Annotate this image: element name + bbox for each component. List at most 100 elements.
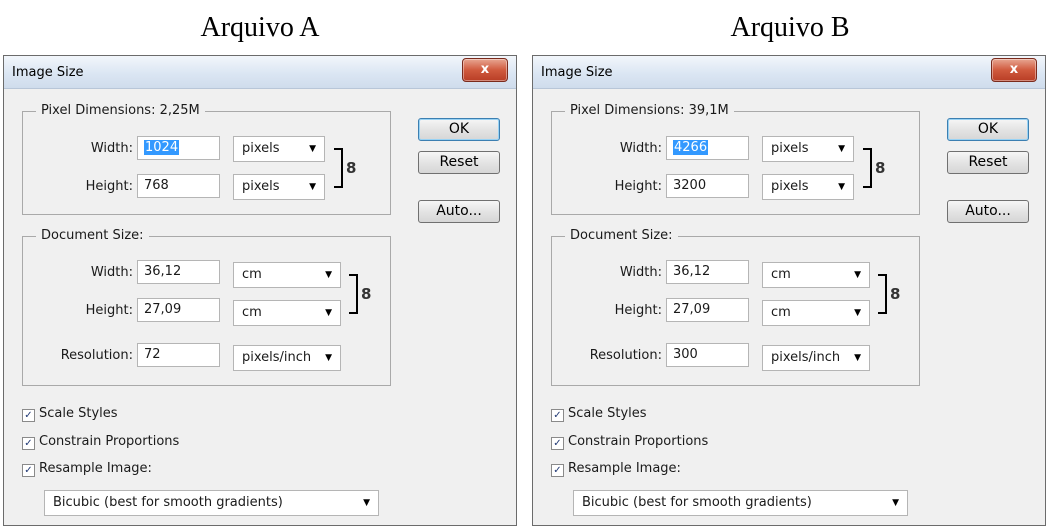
ok-button[interactable]: OK <box>947 118 1029 141</box>
pixel-height-unit-value: pixels <box>771 179 809 194</box>
resolution-unit-select[interactable]: pixels/inch ▼ <box>233 345 341 371</box>
document-height-label: Height: <box>85 303 133 318</box>
chevron-down-icon: ▼ <box>838 182 845 192</box>
dialog-client: Pixel Dimensions: 39,1M Width: 4266 pixe… <box>540 89 1038 525</box>
resolution-input[interactable]: 72 <box>137 343 220 367</box>
resample-method-value: Bicubic (best for smooth gradients) <box>53 495 283 510</box>
document-width-unit-value: cm <box>242 267 262 282</box>
document-width-unit-select[interactable]: cm ▼ <box>233 262 341 288</box>
resolution-value: 300 <box>673 347 698 362</box>
constrain-bracket <box>334 148 343 188</box>
close-icon[interactable]: x <box>462 58 508 82</box>
pixel-width-value: 1024 <box>144 140 180 155</box>
document-size-label: Document Size: <box>36 228 149 244</box>
document-width-unit-select[interactable]: cm ▼ <box>762 262 870 288</box>
checkmark-icon: ✓ <box>551 437 564 450</box>
link-icon: 8 <box>346 159 357 177</box>
document-height-unit-select[interactable]: cm ▼ <box>233 300 341 326</box>
resample-image-label: Resample Image: <box>39 461 152 476</box>
checkmark-icon: ✓ <box>551 464 564 477</box>
document-height-input[interactable]: 27,09 <box>666 298 749 322</box>
dialog-title: Image Size <box>541 65 613 80</box>
pixel-height-unit-select[interactable]: pixels ▼ <box>762 174 854 200</box>
chevron-down-icon: ▼ <box>854 353 861 363</box>
checkmark-icon: ✓ <box>551 409 564 422</box>
link-icon: 8 <box>890 285 901 303</box>
dialog-titlebar: Image Size x <box>533 56 1045 89</box>
close-icon[interactable]: x <box>991 58 1037 82</box>
resample-method-select[interactable]: Bicubic (best for smooth gradients) ▼ <box>573 490 908 516</box>
pixel-width-value: 4266 <box>673 140 709 155</box>
resample-image-checkbox[interactable]: ✓ Resample Image: <box>22 461 152 477</box>
caption-arquivo-a: Arquivo A <box>200 12 320 43</box>
resample-image-checkbox[interactable]: ✓ Resample Image: <box>551 461 681 477</box>
document-width-input[interactable]: 36,12 <box>666 260 749 284</box>
resample-method-select[interactable]: Bicubic (best for smooth gradients) ▼ <box>44 490 379 516</box>
pixel-width-label: Width: <box>90 141 133 156</box>
auto-button[interactable]: Auto... <box>947 200 1029 223</box>
image-size-dialog-b: Image Size x Pixel Dimensions: 39,1M Wid… <box>532 55 1046 526</box>
caption-arquivo-b: Arquivo B <box>730 12 850 43</box>
document-size-group: Document Size: Width: 36,12 cm ▼ Height:… <box>22 228 391 386</box>
document-width-label: Width: <box>90 265 133 280</box>
pixel-height-value: 3200 <box>673 178 707 193</box>
image-size-dialog-a: Image Size x Pixel Dimensions: 2,25M Wid… <box>3 55 517 526</box>
chevron-down-icon: ▼ <box>892 498 899 508</box>
pixel-height-label: Height: <box>85 179 133 194</box>
pixel-width-unit-select[interactable]: pixels ▼ <box>233 136 325 162</box>
resolution-label: Resolution: <box>589 348 662 363</box>
scale-styles-checkbox[interactable]: ✓ Scale Styles <box>551 406 647 422</box>
document-height-unit-select[interactable]: cm ▼ <box>762 300 870 326</box>
pixel-width-unit-value: pixels <box>242 141 280 156</box>
dialog-titlebar: Image Size x <box>4 56 516 89</box>
scale-styles-label: Scale Styles <box>39 406 118 421</box>
resolution-value: 72 <box>144 347 161 362</box>
pixel-height-value: 768 <box>144 178 169 193</box>
constrain-bracket <box>863 148 872 188</box>
pixel-height-input[interactable]: 3200 <box>666 174 749 198</box>
dialog-client: Pixel Dimensions: 2,25M Width: 1024 pixe… <box>11 89 509 525</box>
link-icon: 8 <box>361 285 372 303</box>
checkmark-icon: ✓ <box>22 437 35 450</box>
auto-button[interactable]: Auto... <box>418 200 500 223</box>
pixel-height-unit-select[interactable]: pixels ▼ <box>233 174 325 200</box>
pixel-dimensions-group: Pixel Dimensions: 2,25M Width: 1024 pixe… <box>22 103 391 215</box>
document-width-value: 36,12 <box>673 264 711 279</box>
constrain-proportions-label: Constrain Proportions <box>568 434 709 449</box>
document-height-value: 27,09 <box>673 302 711 317</box>
pixel-width-unit-select[interactable]: pixels ▼ <box>762 136 854 162</box>
pixel-width-input[interactable]: 1024 <box>137 136 220 160</box>
resolution-label: Resolution: <box>60 348 133 363</box>
chevron-down-icon: ▼ <box>325 270 332 280</box>
document-height-unit-value: cm <box>771 305 791 320</box>
document-height-input[interactable]: 27,09 <box>137 298 220 322</box>
pixel-dimensions-group: Pixel Dimensions: 39,1M Width: 4266 pixe… <box>551 103 920 215</box>
reset-button[interactable]: Reset <box>418 151 500 174</box>
ok-button[interactable]: OK <box>418 118 500 141</box>
pixel-dimensions-label: Pixel Dimensions: 39,1M <box>565 103 734 119</box>
checkmark-icon: ✓ <box>22 409 35 422</box>
chevron-down-icon: ▼ <box>854 270 861 280</box>
resolution-unit-value: pixels/inch <box>242 350 312 365</box>
dialog-title: Image Size <box>12 65 84 80</box>
resolution-input[interactable]: 300 <box>666 343 749 367</box>
document-size-label: Document Size: <box>565 228 678 244</box>
document-size-group: Document Size: Width: 36,12 cm ▼ Height:… <box>551 228 920 386</box>
pixel-height-label: Height: <box>614 179 662 194</box>
resolution-unit-value: pixels/inch <box>771 350 841 365</box>
document-width-value: 36,12 <box>144 264 182 279</box>
chevron-down-icon: ▼ <box>325 308 332 318</box>
resolution-unit-select[interactable]: pixels/inch ▼ <box>762 345 870 371</box>
constrain-proportions-checkbox[interactable]: ✓ Constrain Proportions <box>551 434 708 450</box>
resample-image-label: Resample Image: <box>568 461 681 476</box>
reset-button[interactable]: Reset <box>947 151 1029 174</box>
pixel-width-unit-value: pixels <box>771 141 809 156</box>
document-width-input[interactable]: 36,12 <box>137 260 220 284</box>
constrain-proportions-checkbox[interactable]: ✓ Constrain Proportions <box>22 434 179 450</box>
scale-styles-checkbox[interactable]: ✓ Scale Styles <box>22 406 118 422</box>
resample-method-value: Bicubic (best for smooth gradients) <box>582 495 812 510</box>
pixel-height-input[interactable]: 768 <box>137 174 220 198</box>
pixel-width-input[interactable]: 4266 <box>666 136 749 160</box>
document-height-value: 27,09 <box>144 302 182 317</box>
document-height-label: Height: <box>614 303 662 318</box>
